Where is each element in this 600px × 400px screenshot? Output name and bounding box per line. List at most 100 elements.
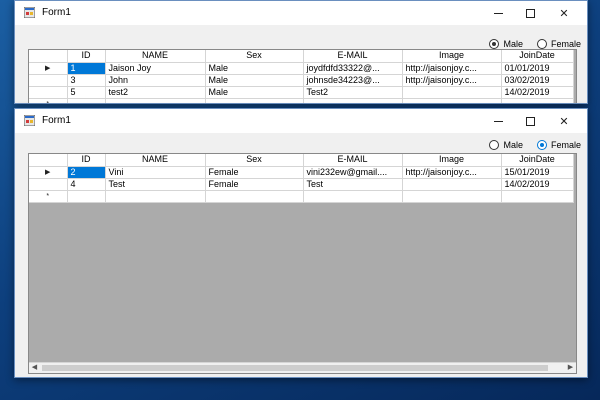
header-row: ID NAME Sex E-MAIL Image JoinDate	[29, 154, 574, 167]
radio-male[interactable]: Male	[489, 39, 523, 49]
cell-joindate[interactable]: 01/01/2019	[501, 62, 574, 75]
col-header-email[interactable]: E-MAIL	[303, 50, 403, 63]
col-header-joindate[interactable]: JoinDate	[501, 50, 574, 63]
new-row[interactable]: *	[29, 98, 574, 103]
scroll-right-icon[interactable]: ▶	[565, 363, 576, 373]
radio-female-indicator[interactable]	[536, 140, 547, 150]
row-header[interactable]	[29, 86, 68, 99]
cell-image[interactable]	[402, 98, 502, 103]
table-row[interactable]: 5 test2 Male Test2 14/02/2019	[29, 86, 574, 99]
cell-sex[interactable]: Female	[205, 166, 304, 179]
cell-image[interactable]	[402, 178, 502, 191]
col-header-sex[interactable]: Sex	[205, 154, 304, 167]
corner-header[interactable]	[29, 154, 68, 167]
radio-male-indicator[interactable]	[489, 140, 500, 150]
cell-joindate[interactable]: 03/02/2019	[501, 74, 574, 87]
minimize-button[interactable]	[483, 1, 513, 25]
grid-table: ID NAME Sex E-MAIL Image JoinDate ▶ 1 Ja…	[29, 50, 574, 103]
row-header[interactable]: *	[29, 98, 68, 103]
table-row[interactable]: 4 Test Female Test 14/02/2019	[29, 178, 574, 191]
close-button[interactable]: ✕	[549, 1, 579, 25]
scroll-thumb[interactable]	[42, 365, 548, 371]
row-header[interactable]	[29, 178, 68, 191]
cell-id[interactable]	[67, 98, 106, 103]
cell-name[interactable]: Test	[105, 178, 206, 191]
cell-sex[interactable]: Female	[205, 178, 304, 191]
scroll-left-icon[interactable]: ◀	[29, 363, 40, 373]
col-header-sex[interactable]: Sex	[205, 50, 304, 63]
cell-joindate[interactable]: 14/02/2019	[501, 178, 574, 191]
cell-sex[interactable]: Male	[205, 62, 304, 75]
radio-male[interactable]: Male	[489, 140, 523, 150]
cell-name[interactable]: John	[105, 74, 206, 87]
cell-image[interactable]: http://jaisonjoy.c...	[402, 166, 502, 179]
cell-id[interactable]: 2	[67, 166, 106, 179]
col-header-id[interactable]: ID	[67, 154, 106, 167]
cell-name[interactable]: test2	[105, 86, 206, 99]
cell-email[interactable]: joydfdfd33322@...	[303, 62, 403, 75]
form1-window-front[interactable]: Form1 ✕ Male Female ID NAME Sex E-MAIL I…	[14, 108, 588, 378]
title-bar[interactable]: Form1 ✕	[15, 1, 587, 25]
new-row[interactable]: *	[29, 190, 574, 203]
cell-image[interactable]: http://jaisonjoy.c...	[402, 74, 502, 87]
cell-name[interactable]	[105, 190, 206, 203]
cell-email[interactable]: Test2	[303, 86, 403, 99]
radio-female[interactable]: Female	[536, 140, 581, 150]
data-grid[interactable]: ID NAME Sex E-MAIL Image JoinDate ▶ 1 Ja…	[28, 49, 577, 103]
close-button[interactable]: ✕	[549, 109, 579, 133]
cell-id[interactable]: 3	[67, 74, 106, 87]
col-header-id[interactable]: ID	[67, 50, 106, 63]
cell-joindate[interactable]	[501, 190, 574, 203]
cell-sex[interactable]: Male	[205, 86, 304, 99]
horizontal-scrollbar[interactable]: ◀ ▶	[29, 362, 576, 373]
window-title: Form1	[42, 115, 71, 126]
cell-email[interactable]: johnsde34223@...	[303, 74, 403, 87]
col-header-name[interactable]: NAME	[105, 154, 206, 167]
cell-image[interactable]: http://jaisonjoy.c...	[402, 62, 502, 75]
cell-joindate[interactable]	[501, 98, 574, 103]
form-app-icon	[24, 7, 35, 18]
row-header[interactable]: *	[29, 190, 68, 203]
row-header[interactable]: ▶	[29, 62, 68, 75]
row-header[interactable]: ▶	[29, 166, 68, 179]
cell-image[interactable]	[402, 86, 502, 99]
cell-joindate[interactable]: 14/02/2019	[501, 86, 574, 99]
col-header-image[interactable]: Image	[402, 154, 502, 167]
cell-joindate[interactable]: 15/01/2019	[501, 166, 574, 179]
cell-email[interactable]: Test	[303, 178, 403, 191]
col-header-image[interactable]: Image	[402, 50, 502, 63]
maximize-button[interactable]	[515, 1, 545, 25]
cell-id[interactable]: 1	[67, 62, 106, 75]
close-icon: ✕	[559, 115, 569, 128]
cell-id[interactable]: 4	[67, 178, 106, 191]
cell-image[interactable]	[402, 190, 502, 203]
radio-female-indicator[interactable]	[536, 39, 547, 49]
cell-name[interactable]: Jaison Joy	[105, 62, 206, 75]
cell-email[interactable]	[303, 190, 403, 203]
cell-sex[interactable]	[205, 190, 304, 203]
col-header-email[interactable]: E-MAIL	[303, 154, 403, 167]
cell-id[interactable]: 5	[67, 86, 106, 99]
cell-email[interactable]: vini232ew@gmail....	[303, 166, 403, 179]
col-header-name[interactable]: NAME	[105, 50, 206, 63]
title-bar[interactable]: Form1 ✕	[15, 109, 587, 133]
maximize-button[interactable]	[515, 109, 545, 133]
radio-female[interactable]: Female	[536, 39, 581, 49]
data-grid[interactable]: ID NAME Sex E-MAIL Image JoinDate ▶ 2 Vi…	[28, 153, 577, 374]
cell-email[interactable]	[303, 98, 403, 103]
cell-sex[interactable]: Male	[205, 74, 304, 87]
cell-name[interactable]	[105, 98, 206, 103]
minimize-icon	[493, 120, 503, 122]
form1-window-back[interactable]: Form1 ✕ Male Female ID NAME Sex E-MAIL I…	[14, 0, 588, 104]
col-header-joindate[interactable]: JoinDate	[501, 154, 574, 167]
cell-sex[interactable]	[205, 98, 304, 103]
table-row[interactable]: ▶ 2 Vini Female vini232ew@gmail.... http…	[29, 166, 574, 179]
table-row[interactable]: 3 John Male johnsde34223@... http://jais…	[29, 74, 574, 87]
table-row[interactable]: ▶ 1 Jaison Joy Male joydfdfd33322@... ht…	[29, 62, 574, 75]
minimize-button[interactable]	[483, 109, 513, 133]
corner-header[interactable]	[29, 50, 68, 63]
radio-male-indicator[interactable]	[489, 39, 500, 49]
cell-name[interactable]: Vini	[105, 166, 206, 179]
cell-id[interactable]	[67, 190, 106, 203]
row-header[interactable]	[29, 74, 68, 87]
